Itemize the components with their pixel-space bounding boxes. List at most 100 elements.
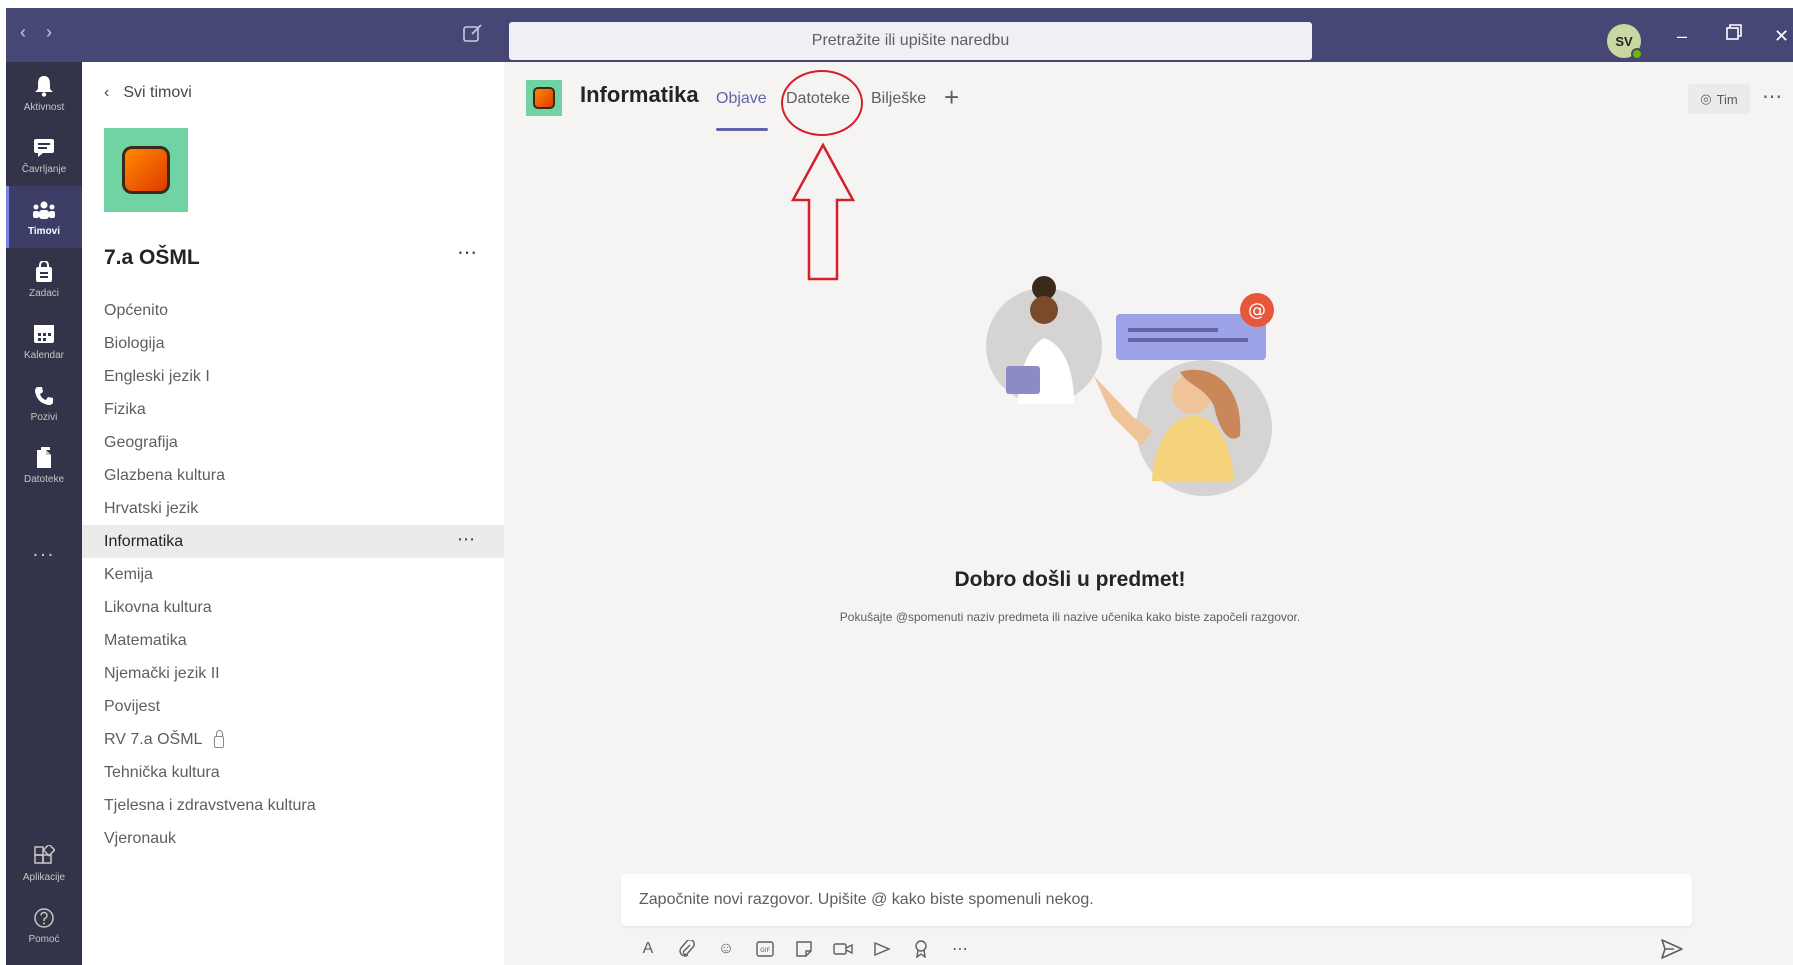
- channel-label: Biologija: [104, 334, 165, 352]
- annotation-circle: [781, 70, 863, 136]
- welcome-illustration: @: [986, 276, 1274, 496]
- team-button[interactable]: ◎ Tim: [1688, 84, 1750, 114]
- svg-text:GIF: GIF: [760, 947, 770, 954]
- channel-item[interactable]: Povijest: [82, 690, 504, 723]
- bell-icon: [31, 73, 57, 99]
- rail-label: Aktivnost: [23, 102, 65, 113]
- back-arrow-icon[interactable]: ‹: [20, 22, 46, 42]
- channel-label: Tehnička kultura: [104, 763, 220, 781]
- forward-arrow-icon[interactable]: ›: [46, 22, 72, 42]
- search-input[interactable]: Pretražite ili upišite naredbu: [509, 22, 1312, 60]
- team-logo[interactable]: [104, 128, 188, 212]
- compose-input[interactable]: Započnite novi razgovor. Upišite @ kako …: [621, 874, 1692, 926]
- meet-now-icon[interactable]: [832, 938, 854, 960]
- rail-label: Aplikacije: [22, 872, 66, 883]
- praise-icon[interactable]: [910, 938, 932, 960]
- channel-label: Fizika: [104, 400, 146, 418]
- rail-item-apps[interactable]: Aplikacije: [6, 832, 82, 894]
- channel-item[interactable]: Likovna kultura: [82, 591, 504, 624]
- channel-label: Hrvatski jezik: [104, 499, 199, 517]
- channel-item[interactable]: Fizika: [82, 393, 504, 426]
- channel-item[interactable]: Biologija: [82, 327, 504, 360]
- tab-notes[interactable]: Bilješke: [871, 90, 926, 108]
- more-tools-icon[interactable]: ⋯: [949, 938, 971, 960]
- format-icon[interactable]: A: [637, 938, 659, 960]
- close-icon[interactable]: ✕: [1774, 26, 1789, 47]
- avatar-initials: SV: [1615, 33, 1633, 49]
- channel-label: Geografija: [104, 433, 178, 451]
- rail-item-activity[interactable]: Aktivnost: [6, 62, 82, 124]
- restore-icon[interactable]: [1726, 24, 1742, 45]
- more-options-icon[interactable]: ⋯: [1762, 84, 1783, 109]
- rail-item-chat[interactable]: Čavrljanje: [6, 124, 82, 186]
- channel-item[interactable]: Engleski jezik I: [82, 360, 504, 393]
- add-tab-icon[interactable]: +: [944, 82, 959, 113]
- rail-label: Čavrljanje: [21, 164, 67, 175]
- phone-icon: [31, 383, 57, 409]
- channel-label: Tjelesna i zdravstvena kultura: [104, 796, 316, 814]
- title-bar: ‹› Pretražite ili upišite naredbu SV – ✕: [6, 8, 1793, 62]
- rail-item-assignments[interactable]: Zadaci: [6, 248, 82, 310]
- channel-item-selected[interactable]: Informatika ⋯: [82, 525, 504, 558]
- app-rail: Aktivnost Čavrljanje Timovi Zadaci Kalen…: [6, 62, 82, 965]
- channel-item[interactable]: Glazbena kultura: [82, 459, 504, 492]
- annotation-arrow-icon: [790, 142, 856, 281]
- rail-item-calls[interactable]: Pozivi: [6, 372, 82, 434]
- rail-item-help[interactable]: Pomoć: [6, 894, 82, 956]
- presence-available-icon: [1631, 48, 1643, 60]
- channel-item[interactable]: Tehnička kultura: [82, 756, 504, 789]
- tab-posts[interactable]: Objave: [716, 90, 767, 108]
- channel-item[interactable]: Njemački jezik II: [82, 657, 504, 690]
- minimize-icon[interactable]: –: [1677, 26, 1687, 47]
- channel-label: Vjeronauk: [104, 829, 177, 847]
- rail-label: Datoteke: [23, 474, 65, 485]
- rail-label: Kalendar: [23, 350, 65, 361]
- apps-icon: [31, 843, 57, 869]
- channel-list: Općenito Biologija Engleski jezik I Fizi…: [82, 294, 504, 855]
- stream-icon[interactable]: [871, 938, 893, 960]
- compose-placeholder: Započnite novi razgovor. Upišite @ kako …: [639, 891, 1094, 908]
- all-teams-link[interactable]: ‹ Svi timovi: [104, 84, 192, 102]
- welcome-title: Dobro došli u predmet!: [954, 568, 1186, 591]
- rail-label: Pomoć: [28, 934, 60, 945]
- channel-item[interactable]: Općenito: [82, 294, 504, 327]
- channel-label: Matematika: [104, 631, 187, 649]
- channel-item-private[interactable]: RV 7.a OŠML: [82, 723, 504, 756]
- chat-icon: [31, 135, 57, 161]
- active-tab-indicator: [716, 128, 768, 131]
- channel-label: Povijest: [104, 697, 161, 715]
- rail-label: Pozivi: [30, 412, 58, 423]
- welcome-subtitle: Pokušajte @spomenuti naziv predmeta ili …: [839, 610, 1301, 624]
- compose-toolbar: A ☺ GIF ⋯: [637, 938, 971, 960]
- channel-item[interactable]: Vjeronauk: [82, 822, 504, 855]
- sticker-icon[interactable]: [793, 938, 815, 960]
- all-teams-label: Svi timovi: [123, 84, 192, 101]
- lock-icon: [214, 729, 225, 748]
- chevron-left-icon: ‹: [104, 84, 110, 101]
- rail-item-teams[interactable]: Timovi: [6, 186, 82, 248]
- new-chat-icon[interactable]: [462, 22, 484, 44]
- calendar-icon: [31, 321, 57, 347]
- rail-item-calendar[interactable]: Kalendar: [6, 310, 82, 372]
- team-panel: ‹ Svi timovi 7.a OŠML ⋯ Općenito Biologi…: [82, 62, 504, 965]
- send-icon[interactable]: [1660, 938, 1684, 960]
- channel-item[interactable]: Matematika: [82, 624, 504, 657]
- channel-more-options-icon[interactable]: ⋯: [457, 529, 475, 550]
- attach-icon[interactable]: [676, 938, 698, 960]
- avatar[interactable]: SV: [1607, 24, 1643, 60]
- rail-more-icon[interactable]: ...: [6, 539, 82, 562]
- team-more-options-icon[interactable]: ⋯: [457, 240, 478, 265]
- channel-item[interactable]: Hrvatski jezik: [82, 492, 504, 525]
- gif-icon[interactable]: GIF: [754, 938, 776, 960]
- channel-item[interactable]: Geografija: [82, 426, 504, 459]
- rail-item-files[interactable]: Datoteke: [6, 434, 82, 496]
- channel-item[interactable]: Kemija: [82, 558, 504, 591]
- channel-label: Općenito: [104, 301, 169, 319]
- teams-icon: [31, 197, 57, 223]
- eye-icon: ◎: [1700, 91, 1712, 106]
- history-nav[interactable]: ‹›: [20, 22, 72, 43]
- emoji-icon[interactable]: ☺: [715, 938, 737, 960]
- svg-text:@: @: [1248, 300, 1266, 321]
- channel-label: Glazbena kultura: [104, 466, 225, 484]
- channel-item[interactable]: Tjelesna i zdravstvena kultura: [82, 789, 504, 822]
